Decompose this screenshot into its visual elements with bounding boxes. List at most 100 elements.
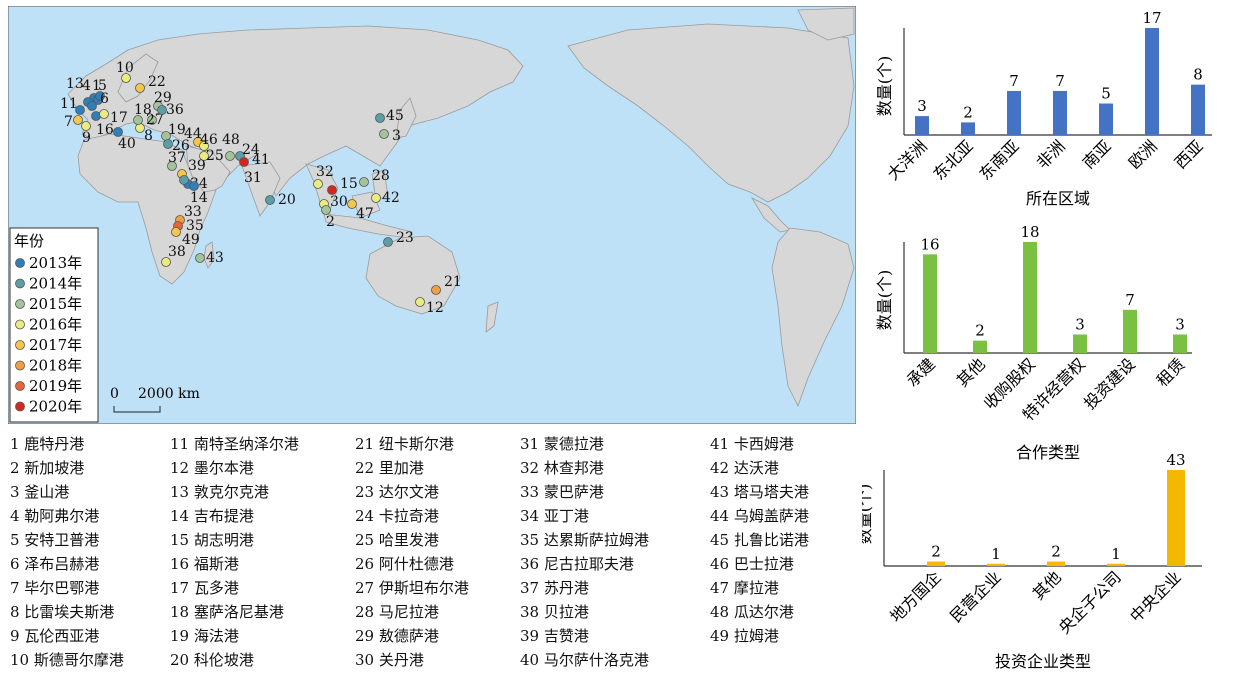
x-axis-title: 投资企业类型 — [995, 652, 1091, 671]
bar-地方国企 — [927, 561, 945, 566]
svg-text:8: 8 — [144, 128, 153, 144]
port-list-item: 11 南特圣纳泽尔港 — [170, 435, 299, 453]
bar-投资建设 — [1123, 309, 1137, 353]
bar-租赁 — [1173, 334, 1187, 353]
bar-其他 — [1047, 561, 1065, 566]
svg-text:4: 4 — [82, 78, 91, 94]
y-axis-title: 数量(个) — [875, 56, 894, 117]
svg-text:39: 39 — [188, 158, 206, 174]
svg-text:15: 15 — [340, 176, 358, 192]
category-label: 非洲 — [1033, 136, 1069, 172]
legend-label: 2018年 — [29, 357, 82, 375]
port-list-item: 5 安特卫普港 — [10, 531, 100, 549]
svg-text:11: 11 — [60, 96, 78, 112]
svg-text:9: 9 — [82, 130, 91, 146]
legend-label: 2015年 — [29, 295, 82, 313]
svg-text:48: 48 — [222, 132, 240, 148]
port-list-item: 10 斯德哥尔摩港 — [10, 651, 124, 669]
svg-text:17: 17 — [110, 110, 128, 126]
bar-value-label: 17 — [1142, 9, 1161, 27]
svg-text:43: 43 — [206, 250, 224, 266]
category-label: 欧洲 — [1125, 136, 1161, 172]
svg-text:20: 20 — [278, 192, 296, 208]
svg-text:12: 12 — [426, 300, 444, 316]
category-label: 民营企业 — [946, 567, 1005, 626]
port-list-item: 23 达尔文港 — [355, 483, 439, 501]
port-list-item: 17 瓦多港 — [170, 579, 239, 597]
world-port-map: 10 22 13 4 1 5 6 11 7 9 16 17 40 8 18 27… — [8, 6, 856, 424]
year-legend: 年份 2013年 2014年 2015年 2016年 2017年 2018年 2019年 20… — [9, 227, 99, 423]
port-list-item: 39 吉赞港 — [520, 627, 589, 645]
bar-value-label: 43 — [1166, 451, 1185, 469]
port-list-item: 38 贝拉港 — [520, 603, 589, 621]
bar-南亚 — [1099, 103, 1113, 135]
port-list-item: 26 阿什杜德港 — [355, 555, 454, 573]
port-list-item: 22 里加港 — [355, 459, 424, 477]
bar-特许经营权 — [1073, 334, 1087, 353]
category-label: 投资建设 — [1080, 354, 1139, 413]
port-list-item: 27 伊斯坦布尔港 — [355, 579, 469, 597]
bar-东北亚 — [961, 122, 975, 135]
port-list-item: 9 瓦伦西亚港 — [10, 627, 100, 645]
scale-zero: 0 — [110, 386, 119, 402]
bar-value-label: 1 — [991, 545, 1001, 563]
port-list-item: 25 哈里发港 — [355, 531, 439, 549]
port-list-column: 1 鹿特丹港 2 新加坡港 3 釜山港 4 勒阿弗尔港 5 安特卫普港 6 泽布吕赫港 7 … — [10, 432, 195, 672]
bar-value-label: 7 — [1125, 291, 1135, 309]
svg-text:21: 21 — [444, 274, 462, 290]
port-list-column: 11 南特圣纳泽尔港 12 墨尔本港 13 敦克尔克港 14 吉布提港 15 胡志明港 1… — [170, 432, 355, 672]
investor-type-bar-chart: 2 地方国企 1 民营企业 2 其他 1 央企子公司 43 中央企业 数量(个) 投资企业类型 — [862, 451, 1202, 671]
svg-text:28: 28 — [372, 168, 390, 184]
port-list-item: 1 鹿特丹港 — [10, 435, 85, 453]
svg-text:41: 41 — [252, 152, 270, 168]
bar-民营企业 — [987, 563, 1005, 566]
bar-value-label: 3 — [1175, 316, 1185, 334]
port-list-column: 31 蒙德拉港 32 林查邦港 33 蒙巴萨港 34 亚丁港 35 达累斯萨拉姆港 36 … — [520, 432, 705, 672]
y-axis-title: 数量(个) — [875, 270, 894, 331]
bar-中央企业 — [1167, 470, 1185, 566]
svg-text:46: 46 — [200, 132, 218, 148]
svg-text:38: 38 — [168, 244, 186, 260]
region-bar-chart: 3 大洋洲 2 东北亚 7 东南亚 7 非洲 5 南亚 17 欧洲 8 西亚 数量(个) 所在区域 — [875, 9, 1212, 208]
category-label: 南亚 — [1079, 136, 1115, 172]
bar-value-label: 2 — [931, 543, 941, 561]
port-list-item: 7 毕尔巴鄂港 — [10, 579, 100, 597]
legend-label: 2013年 — [29, 254, 82, 272]
bar-东南亚 — [1007, 90, 1021, 135]
category-label: 其他 — [1029, 567, 1065, 603]
port-list-item: 24 卡拉奇港 — [355, 507, 439, 525]
svg-text:6: 6 — [100, 91, 109, 107]
category-label: 租赁 — [1153, 354, 1189, 390]
port-list-item: 15 胡志明港 — [170, 531, 254, 549]
legend-title: 年份 — [14, 232, 44, 250]
category-label: 大洋洲 — [883, 136, 930, 183]
bar-其他 — [973, 340, 987, 353]
bar-欧洲 — [1145, 28, 1159, 135]
port-list-item: 40 马尔萨什洛克港 — [520, 651, 649, 669]
svg-text:31: 31 — [244, 170, 262, 186]
svg-text:45: 45 — [386, 108, 404, 124]
port-list-item: 35 达累斯萨拉姆港 — [520, 531, 649, 549]
bar-value-label: 2 — [963, 103, 973, 121]
bar-value-label: 7 — [1009, 72, 1019, 90]
svg-text:40: 40 — [118, 136, 136, 152]
category-label: 东南亚 — [975, 136, 1022, 183]
port-list-item: 2 新加坡港 — [10, 459, 85, 477]
bar-value-label: 5 — [1101, 85, 1111, 103]
svg-text:47: 47 — [356, 206, 374, 222]
bar-非洲 — [1053, 90, 1067, 135]
svg-text:37: 37 — [168, 150, 186, 166]
port-list-item: 6 泽布吕赫港 — [10, 555, 100, 573]
port-list-item: 21 纽卡斯尔港 — [355, 435, 454, 453]
cooperation-type-bar-chart: 16承建2其他18收购股权3特许经营权7投资建设3租赁数量(个)合作类型 — [875, 226, 1192, 462]
port-list-item: 37 苏丹港 — [520, 579, 589, 597]
port-list-item: 3 釜山港 — [10, 483, 70, 501]
bar-央企子公司 — [1107, 563, 1125, 566]
port-list-item: 13 敦克尔克港 — [170, 483, 269, 501]
legend-label: 2020年 — [29, 398, 82, 416]
bar-大洋洲 — [915, 116, 929, 135]
bar-value-label: 2 — [975, 322, 985, 340]
category-label: 中央企业 — [1126, 567, 1185, 626]
category-label: 其他 — [953, 354, 989, 390]
bar-收购股权 — [1023, 242, 1037, 353]
